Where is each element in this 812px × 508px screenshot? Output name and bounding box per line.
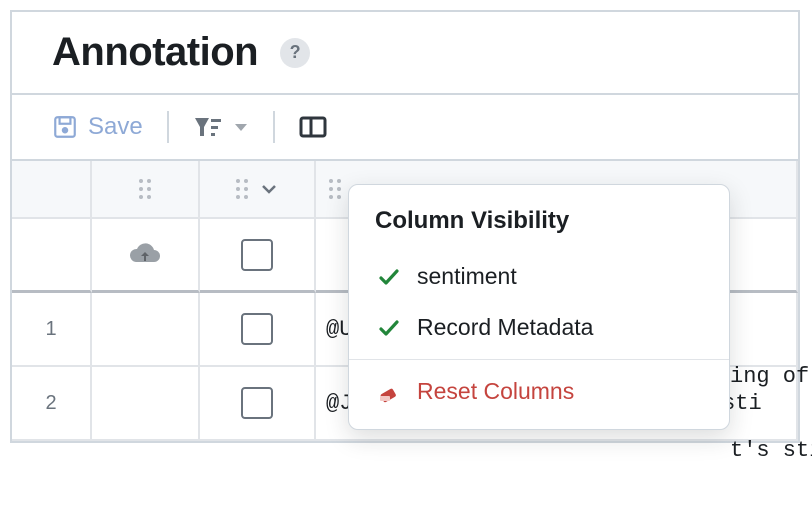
columns-button[interactable]: [289, 109, 337, 145]
header-cell-upload[interactable]: [92, 161, 200, 219]
checkbox-icon: [241, 239, 273, 271]
toolbar: Save: [12, 95, 798, 159]
filter-button[interactable]: [183, 108, 259, 146]
help-icon[interactable]: ?: [280, 38, 310, 68]
subheader-cell-upload[interactable]: [92, 219, 200, 293]
popover-title: Column Visibility: [375, 207, 703, 235]
popover-divider: [349, 359, 729, 360]
page-title: Annotation: [52, 30, 258, 75]
chevron-down-icon[interactable]: [259, 179, 279, 199]
row-number: 1: [45, 318, 56, 341]
checkbox-icon: [241, 387, 273, 419]
column-toggle-label: sentiment: [417, 263, 517, 290]
column-visibility-popover: Column Visibility sentiment Record Metad…: [348, 184, 730, 430]
save-button[interactable]: Save: [42, 107, 153, 147]
page-header: Annotation ?: [12, 12, 798, 95]
drag-handle-icon[interactable]: [138, 178, 152, 200]
overflow-text-1: ing of: [730, 364, 809, 389]
eraser-icon: [377, 380, 401, 404]
select-all-checkbox[interactable]: [200, 219, 316, 293]
reset-columns-button[interactable]: Reset Columns: [367, 366, 711, 417]
save-icon: [52, 114, 78, 140]
column-toggle-sentiment[interactable]: sentiment: [367, 251, 711, 302]
caret-down-icon: [233, 119, 249, 135]
toolbar-divider: [167, 111, 169, 143]
drag-handle-icon[interactable]: [328, 178, 342, 200]
row-checkbox[interactable]: [200, 367, 316, 441]
save-label: Save: [88, 113, 143, 141]
subheader-cell-index: [12, 219, 92, 293]
row-checkbox[interactable]: [200, 293, 316, 367]
header-cell-select[interactable]: [200, 161, 316, 219]
drag-handle-icon[interactable]: [235, 178, 249, 200]
toolbar-divider: [273, 111, 275, 143]
cloud-upload-icon: [128, 242, 162, 268]
filter-icon: [193, 114, 223, 140]
header-cell-index: [12, 161, 92, 219]
check-icon: [377, 265, 401, 289]
row-upload-cell: [92, 367, 200, 441]
reset-columns-label: Reset Columns: [417, 378, 574, 405]
row-index: 2: [12, 367, 92, 441]
row-upload-cell: [92, 293, 200, 367]
row-index: 1: [12, 293, 92, 367]
columns-icon: [299, 115, 327, 139]
overflow-text-2: t's sti: [730, 438, 812, 463]
column-toggle-label: Record Metadata: [417, 314, 593, 341]
column-toggle-record-metadata[interactable]: Record Metadata: [367, 302, 711, 353]
checkbox-icon: [241, 313, 273, 345]
row-number: 2: [45, 392, 56, 415]
check-icon: [377, 316, 401, 340]
